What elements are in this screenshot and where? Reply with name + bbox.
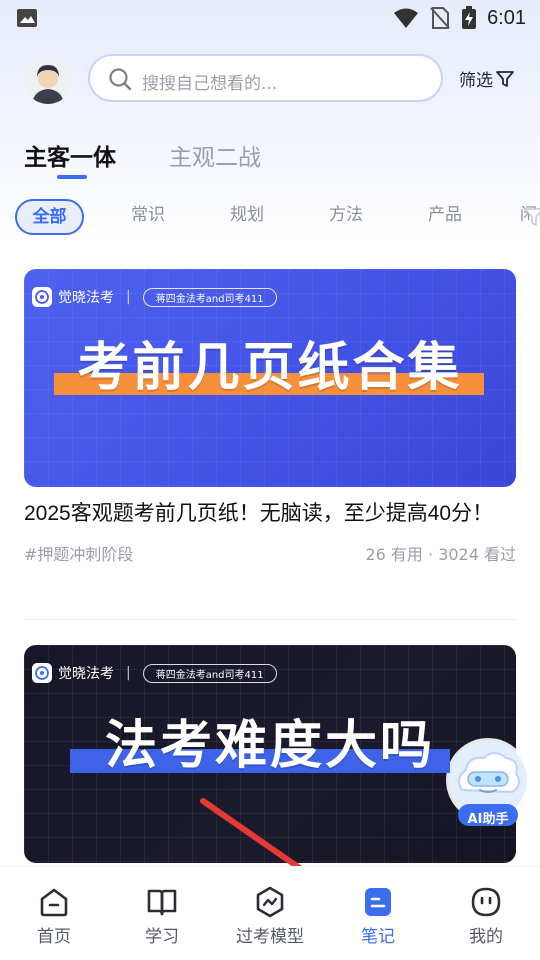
nav-label: 学习	[145, 927, 179, 947]
search-icon	[109, 68, 132, 91]
article-tag[interactable]: #押题冲刺阶段	[24, 541, 133, 565]
article-banner[interactable]: 觉晓法考 | 蒋四金法考and司考411 考前几页纸合集	[24, 269, 516, 487]
avatar-image	[24, 56, 72, 104]
nav-label: 我的	[469, 927, 503, 947]
article-card[interactable]: 觉晓法考 | 蒋四金法考and司考411 法考难度大吗	[24, 645, 516, 863]
nav-label: 首页	[37, 927, 71, 947]
battery-charging-icon	[462, 6, 477, 29]
nav-item-exam-model[interactable]: 过考模型	[220, 885, 320, 947]
article-stats: 26 有用 · 3024 看过	[365, 545, 516, 564]
search-input[interactable]: 搜搜自己想看的...	[88, 54, 443, 102]
avatar[interactable]	[24, 56, 72, 104]
book-icon	[147, 889, 177, 916]
card-divider	[24, 619, 516, 620]
nav-label: 过考模型	[236, 927, 304, 947]
profile-icon	[471, 887, 501, 917]
chip-product[interactable]: 产品	[415, 199, 475, 235]
brand-header: 觉晓法考 | 蒋四金法考and司考411	[32, 287, 277, 307]
chip-all[interactable]: 全部	[15, 199, 84, 235]
gallery-icon	[17, 9, 37, 27]
brand-header: 觉晓法考 | 蒋四金法考and司考411	[32, 663, 277, 683]
tab-main-objective[interactable]: 主客一体	[24, 138, 116, 172]
bottom-navigation: 首页 学习 过考模型 笔记 我的	[0, 866, 540, 960]
article-title[interactable]: 2025客观题考前几页纸！无脑读，至少提高40分！	[24, 499, 516, 529]
nav-item-study[interactable]: 学习	[112, 885, 212, 947]
model-icon	[256, 886, 284, 918]
banner-title: 考前几页纸合集	[77, 338, 463, 398]
search-placeholder: 搜搜自己想看的...	[142, 74, 278, 94]
brand-separator: |	[126, 289, 131, 305]
nav-label: 笔记	[361, 927, 395, 947]
brand-name: 觉晓法考	[58, 290, 114, 306]
category-chips: 全部 常识 规划 方法 产品 闲	[0, 199, 540, 235]
chip-method[interactable]: 方法	[316, 199, 376, 235]
nav-item-notes[interactable]: 笔记	[328, 885, 428, 947]
tab-subjective-second[interactable]: 主观二战	[169, 138, 261, 172]
filter-icon	[496, 70, 514, 87]
search-row: 搜搜自己想看的... 筛选	[0, 54, 540, 104]
nav-item-profile[interactable]: 我的	[436, 885, 536, 947]
brand-logo-icon	[32, 287, 52, 307]
article-banner[interactable]: 觉晓法考 | 蒋四金法考and司考411 法考难度大吗	[24, 645, 516, 863]
status-time: 6:01	[487, 6, 526, 29]
ai-assistant-label: AI助手	[467, 812, 509, 827]
brand-logo-icon	[32, 663, 52, 683]
wifi-icon	[394, 8, 419, 28]
status-bar: 6:01	[0, 0, 540, 36]
home-icon	[40, 888, 68, 917]
chip-planning[interactable]: 规划	[217, 199, 277, 235]
article-meta: #押题冲刺阶段 26 有用 · 3024 看过	[24, 541, 516, 565]
filter-icon	[524, 208, 540, 227]
filter-label: 筛选	[459, 71, 493, 91]
brand-tag: 蒋四金法考and司考411	[142, 663, 277, 683]
no-sim-icon	[430, 7, 450, 29]
brand-separator: |	[126, 665, 131, 681]
nav-item-home[interactable]: 首页	[4, 885, 104, 947]
article-card[interactable]: 觉晓法考 | 蒋四金法考and司考411 考前几页纸合集 2025客观题考前几页…	[24, 269, 516, 565]
notes-icon	[365, 888, 391, 916]
brand-name: 觉晓法考	[58, 666, 114, 682]
brand-tag: 蒋四金法考and司考411	[142, 287, 277, 307]
active-tab-indicator	[57, 175, 87, 179]
chip-common-sense[interactable]: 常识	[118, 199, 178, 235]
filter-button[interactable]: 筛选	[459, 66, 514, 91]
banner-title: 法考难度大吗	[104, 716, 435, 776]
